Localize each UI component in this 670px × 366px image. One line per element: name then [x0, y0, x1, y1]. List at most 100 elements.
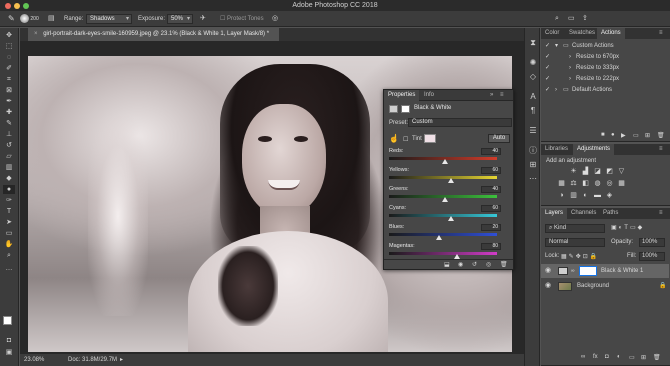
tint-color-swatch[interactable]: [424, 134, 436, 143]
pen-tool-icon[interactable]: ✑: [3, 196, 15, 205]
toggle-check-icon[interactable]: ✓: [545, 63, 550, 73]
delete-icon[interactable]: 🗑: [657, 132, 665, 139]
photo-filter-icon[interactable]: ◍: [593, 180, 602, 188]
gradient-tool-icon[interactable]: ▥: [3, 163, 15, 172]
action-row[interactable]: ✓ › Resize to 333px: [541, 63, 669, 73]
layer-name[interactable]: Background: [577, 279, 609, 293]
auto-button[interactable]: Auto: [488, 134, 510, 143]
more-tools-icon[interactable]: …: [3, 264, 15, 273]
tab-channels[interactable]: Channels: [567, 208, 600, 219]
path-selection-tool-icon[interactable]: ➤: [3, 218, 15, 227]
zoom-level[interactable]: 23.08%: [24, 354, 44, 366]
navigator-panel-icon[interactable]: ⊞: [528, 160, 538, 170]
tab-color[interactable]: Color: [541, 28, 563, 39]
invert-icon[interactable]: ◑: [557, 192, 566, 200]
reds-input[interactable]: 40: [481, 148, 501, 155]
curves-icon[interactable]: ◪: [593, 168, 602, 176]
yellows-slider[interactable]: [389, 176, 497, 179]
reds-slider-thumb[interactable]: [442, 159, 448, 164]
clone-source-icon[interactable]: ◇: [528, 72, 538, 82]
channel-mixer-icon[interactable]: ◎: [605, 180, 614, 188]
info-panel-icon[interactable]: ⓘ: [528, 146, 538, 156]
eyedropper-tool-icon[interactable]: ✒: [3, 97, 15, 106]
toggle-check-icon[interactable]: ✓: [545, 52, 550, 62]
blues-slider-thumb[interactable]: [436, 235, 442, 240]
layer-mask-thumbnail[interactable]: [579, 266, 597, 276]
hue-saturation-icon[interactable]: ▦: [557, 180, 566, 188]
layer-name[interactable]: Black & White 1: [601, 264, 643, 278]
blend-mode-select[interactable]: Normal: [545, 238, 605, 247]
cyans-slider[interactable]: [389, 214, 497, 217]
paragraph-panel-icon[interactable]: ¶: [528, 106, 538, 116]
collapse-panel-icon[interactable]: »: [486, 90, 497, 101]
tab-adjustments[interactable]: Adjustments: [573, 144, 615, 155]
glyphs-panel-icon[interactable]: ⋯: [528, 174, 538, 184]
yellows-input[interactable]: 60: [481, 167, 501, 174]
frame-tool-icon[interactable]: ⊠: [3, 86, 15, 95]
type-tool-icon[interactable]: T: [3, 207, 15, 216]
fill-input[interactable]: 100%: [639, 252, 665, 261]
vibrance-icon[interactable]: ▽: [617, 168, 626, 176]
color-lookup-icon[interactable]: ▦: [617, 180, 626, 188]
doc-size[interactable]: Doc: 31.8M/29.7M: [68, 354, 117, 366]
play-icon[interactable]: ▶: [621, 132, 626, 139]
new-set-icon[interactable]: ▭: [633, 132, 639, 139]
record-icon[interactable]: ●: [611, 132, 615, 138]
eraser-tool-icon[interactable]: ▱: [3, 152, 15, 161]
new-layer-icon[interactable]: ⊞: [641, 354, 646, 361]
brush-panel-icon[interactable]: ▤: [48, 14, 55, 24]
pressure-icon[interactable]: ◎: [272, 14, 278, 24]
tab-actions[interactable]: Actions: [597, 28, 625, 39]
tab-properties[interactable]: Properties: [384, 90, 420, 101]
layer-row-black-white[interactable]: ◉ ∞ Black & White 1: [541, 264, 669, 278]
toggle-check-icon[interactable]: ✓: [545, 85, 550, 95]
toggle-check-icon[interactable]: ✓: [545, 74, 550, 84]
delete-layer-icon[interactable]: 🗑: [653, 354, 661, 361]
blues-input[interactable]: 20: [481, 224, 501, 231]
selective-color-icon[interactable]: ◈: [605, 192, 614, 200]
new-action-icon[interactable]: ⊞: [645, 132, 650, 139]
quick-select-tool-icon[interactable]: ✐: [3, 64, 15, 73]
action-row[interactable]: ✓ › Resize to 222px: [541, 74, 669, 84]
blur-tool-icon[interactable]: ◆: [3, 174, 15, 183]
cyans-slider-thumb[interactable]: [448, 216, 454, 221]
quick-mask-icon[interactable]: ◘: [3, 336, 15, 345]
history-brush-tool-icon[interactable]: ↺: [3, 141, 15, 150]
toggle-check-icon[interactable]: ✓: [545, 41, 550, 51]
add-mask-icon[interactable]: ◘: [605, 354, 609, 360]
maximize-window-button[interactable]: [23, 3, 29, 9]
magentas-input[interactable]: 80: [481, 243, 501, 250]
eye-icon[interactable]: ◉: [545, 279, 551, 293]
rectangle-tool-icon[interactable]: ▭: [3, 229, 15, 238]
expand-chevron-icon[interactable]: ›: [569, 74, 571, 84]
history-panel-icon[interactable]: ⧗: [528, 38, 538, 48]
greens-slider-thumb[interactable]: [442, 197, 448, 202]
brightness-contrast-icon[interactable]: ☀: [569, 168, 578, 176]
zoom-tool-icon[interactable]: ⌕: [3, 251, 15, 260]
black-white-icon[interactable]: ◧: [581, 180, 590, 188]
greens-input[interactable]: 40: [481, 186, 501, 193]
dodge-tool-icon[interactable]: ✎: [8, 14, 15, 24]
expand-chevron-icon[interactable]: ›: [569, 63, 571, 73]
action-set-row[interactable]: ✓ ▾ ▭ Custom Actions: [541, 41, 669, 51]
document-tab[interactable]: × girl-portrait-dark-eyes-smile-160959.j…: [28, 28, 280, 41]
tab-libraries[interactable]: Libraries: [541, 144, 572, 155]
expand-chevron-icon[interactable]: ›: [569, 52, 571, 62]
preset-select[interactable]: Custom: [408, 118, 512, 127]
expand-chevron-icon[interactable]: ›: [555, 85, 557, 95]
layer-row-background[interactable]: ◉ Background 🔒: [541, 279, 669, 293]
tab-paths[interactable]: Paths: [599, 208, 622, 219]
link-layers-icon[interactable]: ∞: [581, 354, 585, 360]
brush-preset-picker[interactable]: 200: [20, 14, 39, 24]
range-select[interactable]: Shadows: [86, 14, 132, 24]
new-adjustment-icon[interactable]: ◐: [617, 354, 621, 360]
action-row[interactable]: ✓ › Resize to 670px: [541, 52, 669, 62]
magentas-slider[interactable]: [389, 252, 497, 255]
color-balance-icon[interactable]: ⚖: [569, 180, 578, 188]
visibility-icon[interactable]: ◎: [486, 261, 491, 268]
close-tab-icon[interactable]: ×: [34, 31, 38, 37]
panel-menu-icon[interactable]: ≡: [655, 208, 667, 219]
targeted-adjust-hand-icon[interactable]: ☝: [389, 134, 399, 143]
panel-menu-icon[interactable]: ≡: [655, 28, 667, 39]
clip-to-layer-icon[interactable]: ⬓: [444, 261, 450, 268]
